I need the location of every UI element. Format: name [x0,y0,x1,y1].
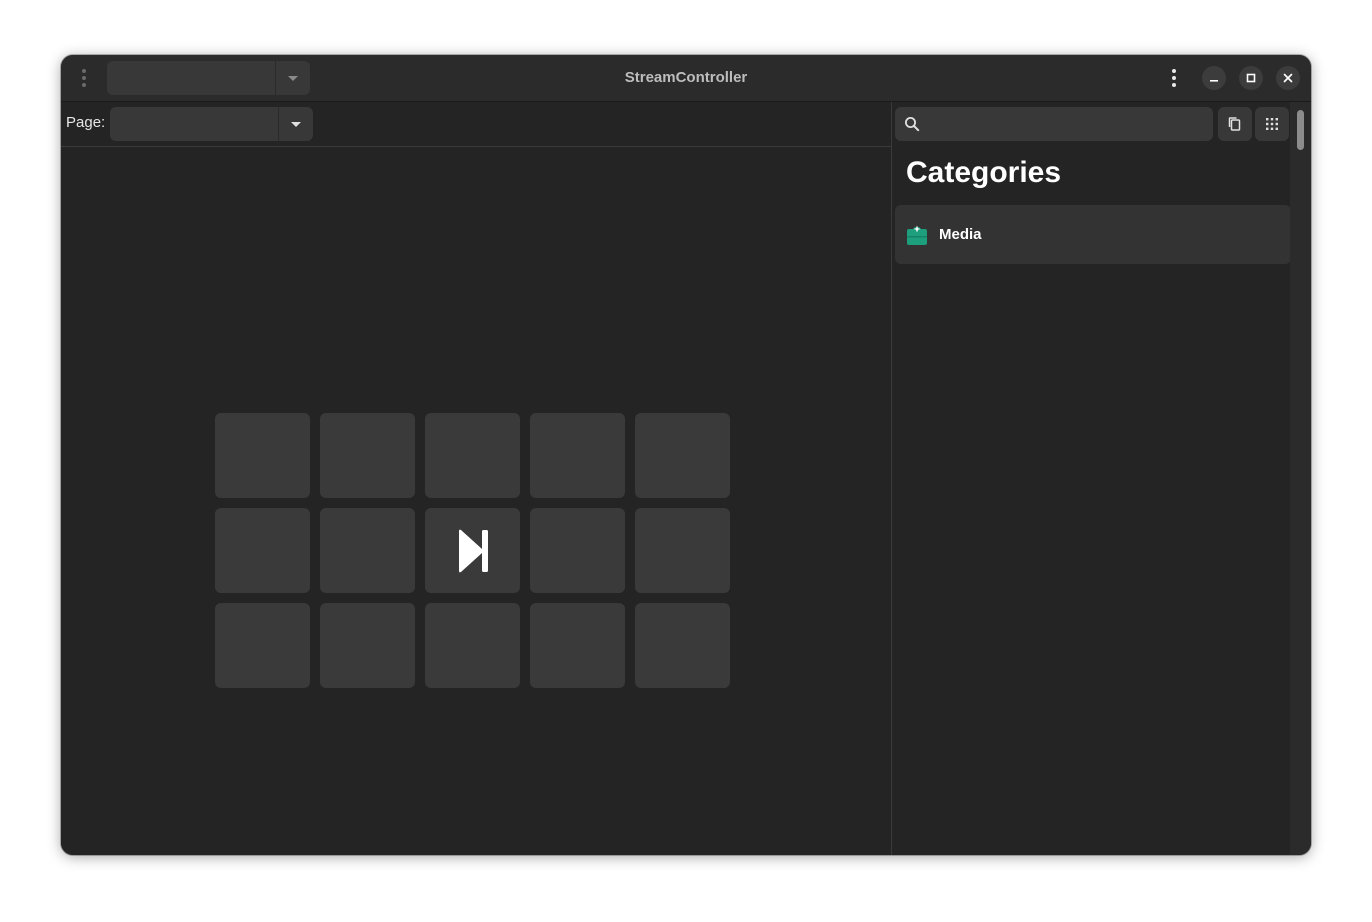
chevron-down-icon [291,121,301,127]
page-selector[interactable] [110,107,313,141]
deck-key[interactable] [635,413,730,498]
minimize-icon [1210,80,1218,82]
copy-icon [1228,117,1241,131]
deck-key[interactable] [635,603,730,688]
close-icon [1283,73,1293,83]
deck-menu-icon[interactable] [70,64,98,92]
page-selector-value[interactable] [110,107,279,141]
deck-selector-value[interactable] [107,61,276,95]
deck-key[interactable] [320,413,415,498]
deck-key[interactable] [530,508,625,593]
deck-key[interactable] [530,603,625,688]
skip-forward-icon [458,529,488,572]
deck-key[interactable] [635,508,730,593]
deck-selector[interactable] [107,61,310,95]
deck-key[interactable] [215,413,310,498]
grid-icon [1266,118,1278,130]
deck-key[interactable] [425,603,520,688]
deck-key[interactable] [320,603,415,688]
deck-key[interactable] [320,508,415,593]
action-sidebar: Categories Media [892,102,1311,855]
chevron-down-icon [288,75,298,81]
maximize-button[interactable] [1239,66,1263,90]
deck-key[interactable] [425,508,520,593]
titlebar: StreamController [61,55,1311,102]
scrollbar-thumb[interactable] [1297,110,1304,150]
close-button[interactable] [1276,66,1300,90]
main-menu-button[interactable] [1160,64,1188,92]
sidebar-scrollbar[interactable] [1290,102,1311,855]
deck-key-grid [215,413,730,688]
deck-key[interactable] [215,603,310,688]
category-item-media[interactable]: Media [895,205,1291,264]
deck-editor-pane: Page: [61,102,892,855]
copy-button[interactable] [1218,107,1252,141]
deck-key[interactable] [530,413,625,498]
search-box[interactable] [895,107,1213,141]
page-selector-dropdown-button[interactable] [279,107,313,141]
maximize-icon [1246,73,1256,83]
media-category-icon [907,225,927,245]
app-window: StreamController Page: Categories Media [61,55,1311,855]
page-selector-row: Page: [61,102,891,147]
grid-view-button[interactable] [1255,107,1289,141]
deck-selector-dropdown-button[interactable] [276,61,310,95]
minimize-button[interactable] [1202,66,1226,90]
deck-key[interactable] [425,413,520,498]
categories-heading: Categories [906,156,1062,189]
search-icon [905,117,920,132]
search-input[interactable] [920,108,1213,140]
deck-key[interactable] [215,508,310,593]
page-label: Page: [66,114,106,131]
category-label: Media [939,226,982,243]
